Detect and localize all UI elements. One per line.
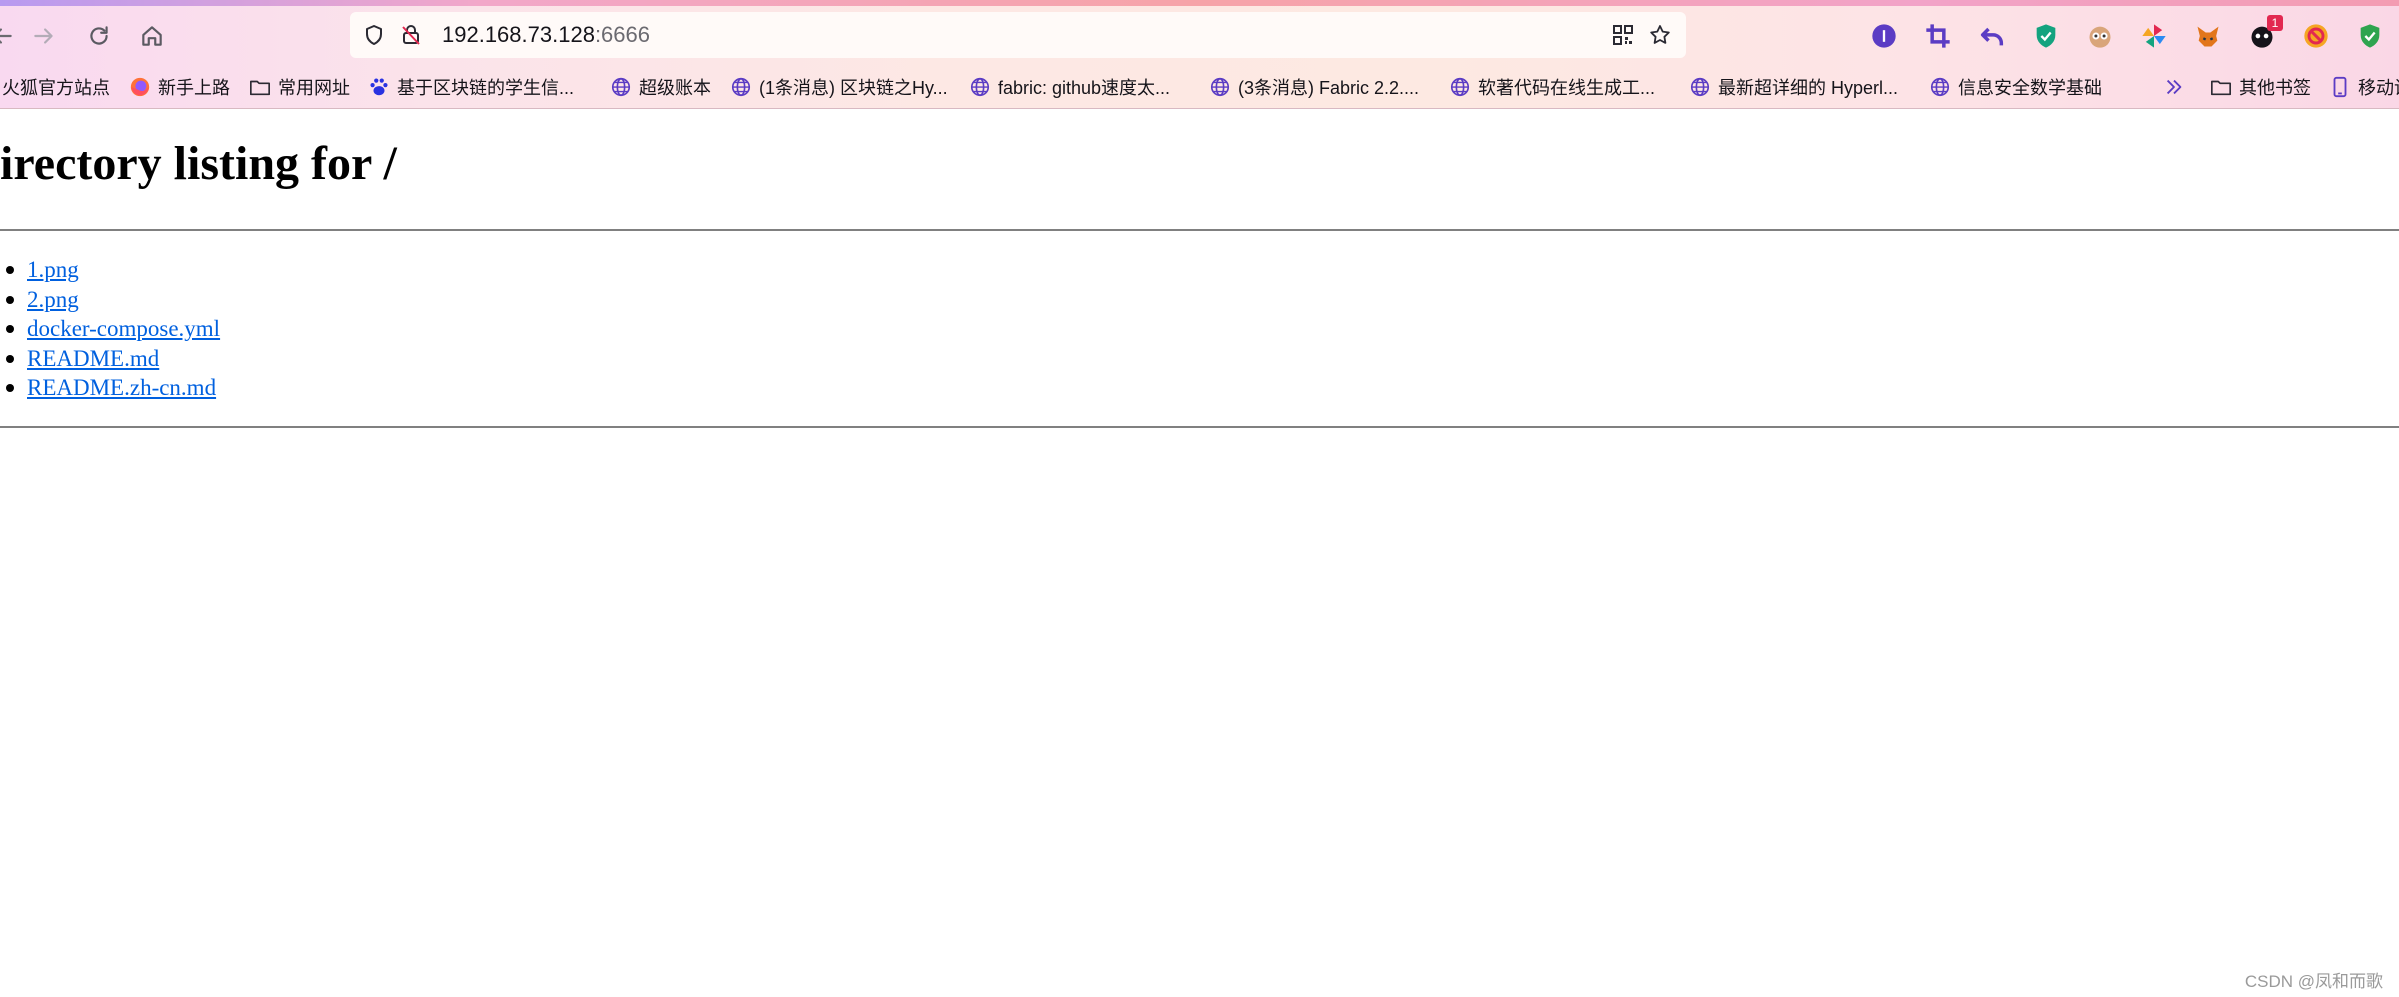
bookmark-label: 软著代码在线生成工... bbox=[1478, 78, 1656, 98]
tracking-protection-shield-icon[interactable] bbox=[360, 21, 388, 49]
bookmark-getting-started[interactable]: 新手上路 bbox=[129, 73, 230, 101]
list-item: docker-compose.yml bbox=[0, 314, 220, 344]
bookmark-label: 基于区块链的学生信... bbox=[397, 78, 575, 98]
globe-icon bbox=[1449, 76, 1471, 98]
file-list: 1.png 2.png docker-compose.yml README.md… bbox=[0, 255, 220, 403]
green-check-shield-icon[interactable] bbox=[2353, 19, 2387, 53]
bookmark-infosec-math[interactable]: 信息安全数学基础 bbox=[1929, 73, 2102, 101]
list-item: README.zh-cn.md bbox=[0, 373, 220, 403]
globe-icon bbox=[969, 76, 991, 98]
back-arrow-icon bbox=[0, 28, 12, 44]
bookmark-label: fabric: github速度太... bbox=[998, 78, 1171, 98]
mobile-icon bbox=[2329, 76, 2351, 98]
bookmark-label: (1条消息) 区块链之Hy... bbox=[759, 78, 948, 98]
file-link[interactable]: 1.png bbox=[27, 257, 79, 282]
list-item: 2.png bbox=[0, 285, 220, 315]
insecure-lock-icon[interactable] bbox=[397, 21, 425, 49]
firefox-icon bbox=[129, 76, 151, 98]
bookmark-hyperledger[interactable]: 超级账本 bbox=[610, 73, 711, 101]
globe-icon bbox=[1929, 76, 1951, 98]
bookmark-blockchain-hy[interactable]: (1条消息) 区块链之Hy... bbox=[730, 73, 948, 101]
extension-badge: 1 bbox=[2267, 15, 2283, 31]
bottom-divider bbox=[0, 426, 2399, 428]
bookmark-label: 信息安全数学基础 bbox=[1958, 78, 2102, 98]
browser-chrome: 192.168.73.128:6666 1 火狐官方站点 新手上路 常用网址 基… bbox=[0, 0, 2399, 109]
url-text[interactable]: 192.168.73.128:6666 bbox=[442, 22, 650, 48]
file-link[interactable]: 2.png bbox=[27, 287, 79, 312]
chevron-double-right-icon bbox=[2163, 76, 2185, 98]
bookmark-star-icon[interactable] bbox=[1646, 21, 1674, 49]
forward-arrow-icon bbox=[34, 28, 53, 44]
notification-extension-icon[interactable]: 1 bbox=[2245, 15, 2283, 53]
globe-icon bbox=[1689, 76, 1711, 98]
qr-code-icon[interactable] bbox=[1609, 21, 1637, 49]
folder-icon bbox=[249, 76, 271, 98]
bookmark-label: 常用网址 bbox=[278, 78, 350, 98]
reload-button[interactable] bbox=[81, 18, 117, 54]
color-pinwheel-extension-icon[interactable] bbox=[2137, 19, 2171, 53]
bookmark-firefox-official[interactable]: 火狐官方站点 bbox=[2, 73, 110, 101]
bookmark-label: (3条消息) Fabric 2.2.... bbox=[1238, 78, 1420, 98]
bookmark-label: 移动设 bbox=[2358, 78, 2399, 98]
list-item: 1.png bbox=[0, 255, 220, 285]
bookmarks-overflow-button[interactable] bbox=[2163, 73, 2192, 101]
bookmark-label: 超级账本 bbox=[639, 78, 711, 98]
list-item: README.md bbox=[0, 344, 220, 374]
home-icon bbox=[142, 26, 162, 46]
undo-extension-icon[interactable] bbox=[1975, 19, 2009, 53]
bookmark-hyperledger-guide[interactable]: 最新超详细的 Hyperl... bbox=[1689, 73, 1898, 101]
bookmark-code-generator[interactable]: 软著代码在线生成工... bbox=[1449, 73, 1655, 101]
folder-icon bbox=[2210, 76, 2232, 98]
globe-icon bbox=[1209, 76, 1231, 98]
bookmark-label: 最新超详细的 Hyperl... bbox=[1718, 78, 1899, 98]
address-bar[interactable]: 192.168.73.128:6666 bbox=[350, 12, 1686, 58]
back-button[interactable] bbox=[0, 18, 20, 54]
bookmark-blockchain-student[interactable]: 基于区块链的学生信... bbox=[368, 73, 574, 101]
chrome-accent-line bbox=[0, 0, 2399, 6]
file-link[interactable]: README.md bbox=[27, 346, 159, 371]
baidu-paw-icon bbox=[368, 76, 390, 98]
reload-icon bbox=[90, 26, 108, 45]
crop-extension-icon[interactable] bbox=[1921, 19, 1955, 53]
page-title: irectory listing for / bbox=[0, 137, 397, 190]
globe-icon bbox=[610, 76, 632, 98]
url-port: :6666 bbox=[594, 22, 650, 47]
forward-button[interactable] bbox=[26, 18, 62, 54]
green-shield-extension-icon[interactable] bbox=[2029, 19, 2063, 53]
file-link[interactable]: docker-compose.yml bbox=[27, 316, 220, 341]
bookmark-label: 火狐官方站点 bbox=[2, 78, 110, 98]
globe-icon bbox=[730, 76, 752, 98]
top-divider bbox=[0, 229, 2399, 231]
bookmark-label: 新手上路 bbox=[158, 78, 230, 98]
bookmarks-toolbar: 火狐官方站点 新手上路 常用网址 基于区块链的学生信... 超级账本 (1条消息… bbox=[0, 70, 2399, 104]
bookmark-fabric-github[interactable]: fabric: github速度太... bbox=[969, 73, 1170, 101]
file-link[interactable]: README.zh-cn.md bbox=[27, 375, 216, 400]
bookmark-label: 其他书签 bbox=[2239, 78, 2311, 98]
password-manager-extension-icon[interactable] bbox=[1867, 19, 1901, 53]
watermark: CSDN @凤和而歌 bbox=[2244, 972, 2383, 991]
url-host: 192.168.73.128 bbox=[442, 22, 595, 47]
metamask-fox-icon[interactable] bbox=[2191, 19, 2225, 53]
home-button[interactable] bbox=[134, 18, 170, 54]
blocked-extension-icon[interactable] bbox=[2299, 19, 2333, 53]
bookmark-other-folder[interactable]: 其他书签 bbox=[2210, 73, 2311, 101]
bookmark-fabric-22[interactable]: (3条消息) Fabric 2.2.... bbox=[1209, 73, 1419, 101]
bookmark-mobile-folder[interactable]: 移动设 bbox=[2329, 73, 2399, 101]
bookmark-folder-common[interactable]: 常用网址 bbox=[249, 73, 350, 101]
owl-extension-icon[interactable] bbox=[2083, 19, 2117, 53]
